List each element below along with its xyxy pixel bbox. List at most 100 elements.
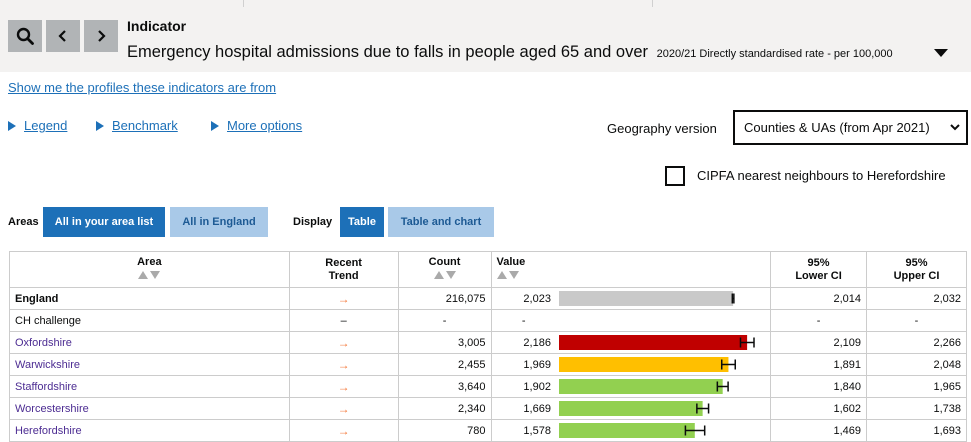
- area-column-header[interactable]: Area: [9, 251, 290, 288]
- area-link[interactable]: Oxfordshire: [15, 337, 72, 349]
- sort-icon[interactable]: [138, 271, 161, 279]
- area-link[interactable]: Staffordshire: [15, 381, 77, 393]
- table-row: Oxfordshire → 3,005 2,186 2,109 2,266: [9, 331, 967, 354]
- triangle-right-icon: [211, 120, 219, 131]
- search-icon: [16, 27, 34, 45]
- count-cell: 2,340: [397, 397, 492, 420]
- table-row: Worcestershire → 2,340 1,669 1,602 1,738: [9, 397, 967, 420]
- area-link[interactable]: Warwickshire: [15, 359, 80, 371]
- display-label: Display: [293, 216, 333, 228]
- cipfa-checkbox[interactable]: [665, 166, 685, 186]
- value-bar-cell: [555, 375, 772, 398]
- indicator-title: Emergency hospital admissions due to fal…: [127, 43, 648, 61]
- value-cell: 2,186: [490, 331, 556, 354]
- table-row: Warwickshire → 2,455 1,969 1,891 2,048: [9, 353, 967, 376]
- geography-label: Geography version: [607, 121, 717, 136]
- table-row: England → 216,075 2,023 2,014 2,032: [9, 287, 967, 310]
- value-bar-chart: [558, 357, 736, 372]
- value-bar[interactable]: [558, 379, 723, 394]
- value-bar-cell: [555, 287, 772, 310]
- chevron-left-icon: [58, 30, 66, 42]
- geography-select[interactable]: Counties & UAs (from Apr 2021): [733, 110, 968, 145]
- lower-ci-cell: 1,602: [770, 397, 868, 420]
- value-bar-cell: [555, 397, 772, 420]
- count-column-header[interactable]: Count: [397, 251, 492, 288]
- count-cell: 3,640: [397, 375, 492, 398]
- value-bar-chart: [558, 335, 755, 350]
- more-options-toggle[interactable]: More options: [211, 118, 302, 133]
- value-bar-chart: [558, 423, 706, 438]
- area-name: England: [9, 287, 290, 310]
- sort-icon[interactable]: [496, 271, 519, 279]
- count-cell: 3,005: [397, 331, 492, 354]
- lower-ci-header-line2: Lower CI: [795, 269, 842, 282]
- value-bar[interactable]: [558, 291, 734, 306]
- count-header-label: Count: [428, 256, 461, 268]
- value-column-header[interactable]: Value: [490, 251, 772, 288]
- trend-arrow-icon[interactable]: →: [338, 292, 350, 306]
- chevron-right-icon: [98, 30, 106, 42]
- cipfa-label: CIPFA nearest neighbours to Herefordshir…: [697, 168, 946, 183]
- trend-none-icon: –: [340, 314, 347, 327]
- upper-ci-header-line1: 95%: [905, 256, 928, 269]
- sort-icon[interactable]: [433, 271, 456, 279]
- benchmark-toggle[interactable]: Benchmark: [96, 118, 178, 133]
- trend-header-line2: Trend: [328, 269, 359, 282]
- area-link[interactable]: Worcestershire: [15, 403, 89, 415]
- value-bar[interactable]: [558, 357, 729, 372]
- count-cell: 2,455: [397, 353, 492, 376]
- table-and-chart-button[interactable]: Table and chart: [388, 207, 494, 237]
- value-bar[interactable]: [558, 401, 703, 416]
- lower-ci-cell: 2,109: [770, 331, 868, 354]
- triangle-right-icon: [8, 120, 16, 131]
- value-bar-cell: [555, 331, 772, 354]
- value-bar[interactable]: [558, 423, 695, 438]
- value-cell: 1,969: [490, 353, 556, 376]
- trend-header-line1: Recent: [325, 256, 362, 269]
- trend-arrow-icon[interactable]: →: [338, 336, 350, 350]
- indicator-selector[interactable]: Emergency hospital admissions due to fal…: [127, 43, 893, 62]
- count-cell: 780: [397, 419, 492, 442]
- table-row: CH challenge – - - - -: [9, 309, 967, 332]
- upper-ci-column-header: 95% Upper CI: [866, 251, 967, 288]
- indicator-table: Area Recent Trend Count Value 95% Lower …: [9, 251, 967, 442]
- previous-indicator-button[interactable]: [46, 20, 80, 52]
- lower-ci-column-header: 95% Lower CI: [770, 251, 868, 288]
- indicator-dropdown-icon[interactable]: [934, 49, 948, 57]
- chevron-down-icon: [950, 124, 960, 131]
- triangle-right-icon: [96, 120, 104, 131]
- trend-arrow-icon[interactable]: →: [338, 402, 350, 416]
- profiles-link[interactable]: Show me the profiles these indicators ar…: [8, 80, 276, 95]
- next-indicator-button[interactable]: [84, 20, 118, 52]
- area-header-label: Area: [137, 256, 162, 268]
- legend-toggle[interactable]: Legend: [8, 118, 67, 133]
- count-cell: -: [397, 309, 492, 332]
- area-link[interactable]: Herefordshire: [15, 425, 82, 437]
- lower-ci-cell: 1,469: [770, 419, 868, 442]
- upper-ci-cell: 2,266: [866, 331, 967, 354]
- value-bar-cell: [555, 309, 772, 332]
- value-header-label: Value: [496, 256, 526, 268]
- table-view-button[interactable]: Table: [340, 207, 384, 237]
- trend-arrow-icon[interactable]: →: [338, 424, 350, 438]
- search-button[interactable]: [8, 20, 42, 52]
- all-in-area-list-button[interactable]: All in your area list: [43, 207, 165, 237]
- trend-arrow-icon[interactable]: →: [338, 358, 350, 372]
- value-cell: 1,578: [490, 419, 556, 442]
- header-divider: [652, 0, 653, 7]
- value-bar-chart: [558, 401, 710, 416]
- lower-ci-header-line1: 95%: [807, 256, 830, 269]
- areas-label: Areas: [8, 216, 39, 228]
- lower-ci-cell: -: [770, 309, 868, 332]
- all-in-england-button[interactable]: All in England: [170, 207, 268, 237]
- value-bar[interactable]: [558, 335, 748, 350]
- upper-ci-header-line2: Upper CI: [893, 269, 940, 282]
- trend-column-header: Recent Trend: [288, 251, 399, 288]
- upper-ci-cell: 2,032: [866, 287, 967, 310]
- upper-ci-cell: 1,693: [866, 419, 967, 442]
- lower-ci-cell: 1,891: [770, 353, 868, 376]
- geography-selected: Counties & UAs (from Apr 2021): [744, 120, 930, 135]
- table-header-row: Area Recent Trend Count Value 95% Lower …: [9, 251, 967, 288]
- trend-arrow-icon[interactable]: →: [338, 380, 350, 394]
- more-options-label: More options: [227, 118, 303, 133]
